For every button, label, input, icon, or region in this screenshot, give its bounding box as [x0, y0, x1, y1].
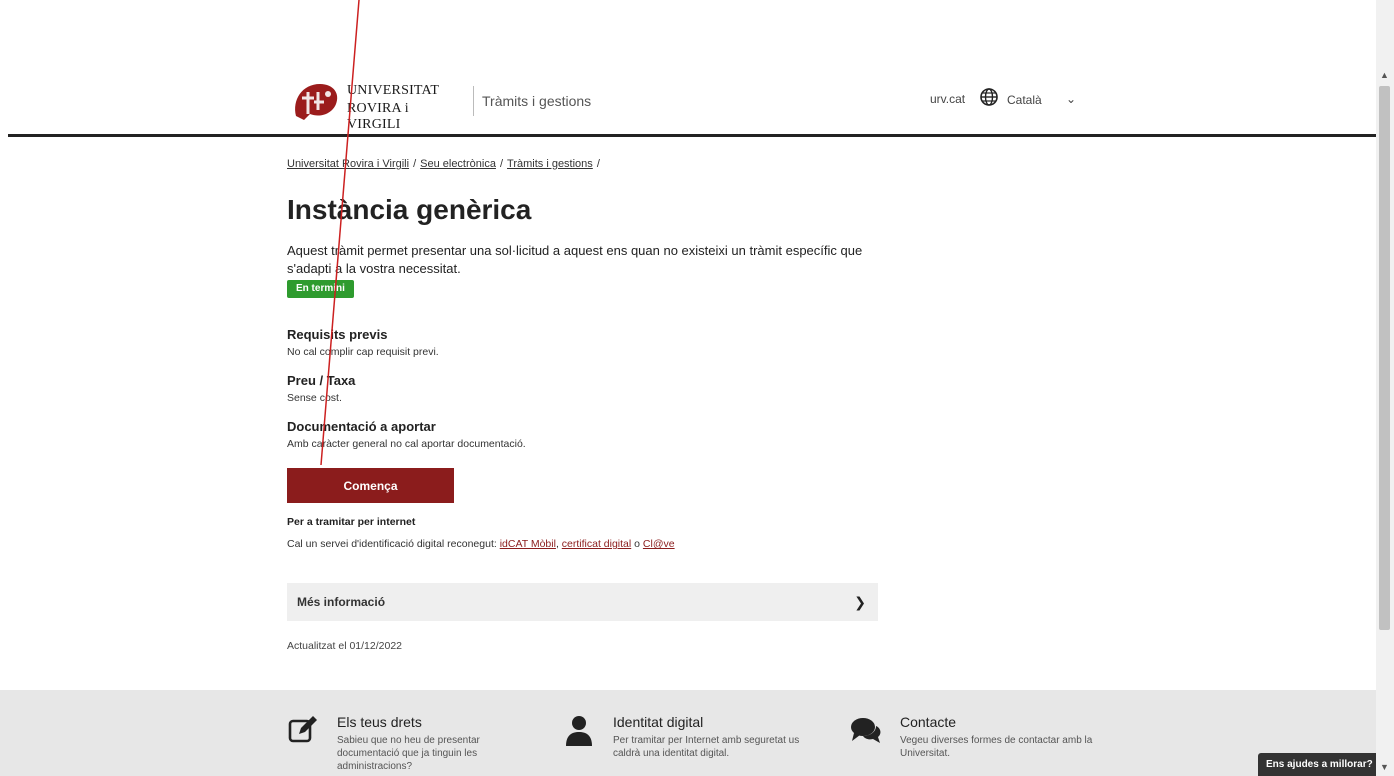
last-updated: Actualitzat el 01/12/2022	[287, 640, 402, 652]
page-title: Instància genèrica	[287, 194, 532, 225]
logo-text-line1: UNIVERSITAT	[347, 83, 440, 98]
footer-card-title: Identitat digital	[613, 714, 704, 730]
documentation-text: Amb caràcter general no cal aportar docu…	[287, 438, 526, 450]
section-title[interactable]: Tràmits i gestions	[473, 86, 591, 116]
breadcrumb: Universitat Rovira i Virgili / Seu electrò…	[287, 158, 604, 170]
more-info-accordion[interactable]: Més informació ❯	[287, 583, 878, 621]
chevron-right-icon: ❯	[854, 594, 866, 610]
footer-card-text: Sabieu que no heu de presentar documenta…	[337, 735, 480, 772]
status-badge: En termini	[287, 280, 354, 298]
breadcrumb-link-urv[interactable]: Universitat Rovira i Virgili	[287, 158, 409, 170]
clave-link[interactable]: Cl@ve	[643, 538, 675, 550]
requirements-title: Requisits previs	[287, 327, 388, 342]
price-title: Preu / Taxa	[287, 373, 356, 388]
footer-card-title: Els teus drets	[337, 714, 422, 730]
more-info-label: Més informació	[297, 595, 386, 609]
scrollbar-thumb[interactable]	[1379, 86, 1390, 630]
internet-title: Per a tramitar per internet	[287, 516, 416, 528]
internet-text-prefix: Cal un servei d'identificació digital re…	[287, 538, 500, 550]
scroll-up-icon[interactable]: ▲	[1380, 70, 1389, 80]
documentation-title: Documentació a aportar	[287, 419, 436, 434]
footer-card-title: Contacte	[900, 714, 957, 730]
idcat-mobil-link[interactable]: idCAT Mòbil	[500, 538, 556, 550]
start-button[interactable]: Comença	[287, 468, 454, 503]
internet-text: Cal un servei d'identificació digital re…	[287, 538, 675, 550]
university-logo[interactable]: UNIVERSITAT ROVIRA i VIRGILI	[290, 80, 460, 132]
urv-site-link[interactable]: urv.cat	[930, 92, 965, 106]
digital-certificate-link[interactable]: certificat digital	[562, 538, 631, 550]
logo-text-line2: ROVIRA i VIRGILI	[347, 101, 409, 132]
feedback-button[interactable]: Ens ajudes a millorar?	[1258, 753, 1381, 776]
breadcrumb-separator: /	[596, 158, 600, 170]
internet-text-separator: o	[631, 538, 643, 550]
breadcrumb-separator: /	[499, 158, 504, 170]
edit-icon	[288, 716, 317, 743]
user-icon	[566, 716, 592, 746]
chevron-down-icon[interactable]: ⌄	[1066, 92, 1076, 106]
footer: Els teus drets Sabieu que no heu de pres…	[0, 690, 1376, 776]
site-header: UNIVERSITAT ROVIRA i VIRGILI Tràmits i g…	[0, 0, 1376, 137]
chat-icon	[851, 718, 881, 743]
header-divider	[8, 134, 1376, 137]
footer-card-text: Vegeu diverses formes de contactar amb l…	[900, 735, 1093, 759]
breadcrumb-link-seu[interactable]: Seu electrònica	[420, 158, 496, 170]
breadcrumb-separator: /	[413, 158, 417, 170]
scroll-down-icon[interactable]: ▼	[1380, 762, 1389, 772]
page-intro: Aquest tràmit permet presentar una sol·l…	[287, 243, 863, 276]
price-text: Sense cost.	[287, 392, 342, 404]
footer-card-text: Per tramitar per Internet amb seguretat …	[613, 735, 800, 759]
urv-logo-icon	[295, 84, 338, 120]
breadcrumb-link-tramits[interactable]: Tràmits i gestions	[507, 158, 593, 170]
language-select[interactable]: Català	[1007, 93, 1042, 107]
vertical-scrollbar[interactable]: ▲ ▼	[1376, 0, 1394, 776]
requirements-text: No cal complir cap requisit previ.	[287, 346, 439, 358]
globe-icon	[980, 88, 998, 106]
